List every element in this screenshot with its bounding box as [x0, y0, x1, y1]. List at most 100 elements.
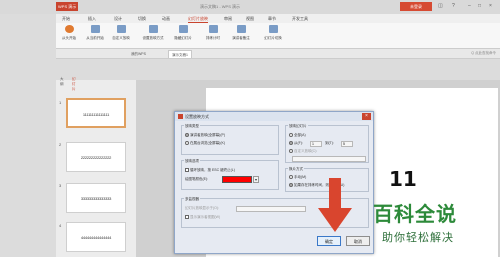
pen-color-dropdown[interactable]: ▾ — [253, 176, 259, 183]
maximize-icon[interactable]: □ — [478, 3, 481, 9]
brand-tagline: 助你轻松解决 — [382, 231, 454, 244]
slide-thumbnail-2[interactable]: 222222222222222 — [66, 142, 126, 172]
login-button[interactable]: 未登录 — [400, 2, 432, 11]
menu-design[interactable]: 设计 — [114, 16, 122, 22]
custom-show-button[interactable]: 自定义放映 — [108, 25, 134, 41]
start-from-current-button[interactable]: 从当前开始 — [82, 25, 108, 41]
dialog-close-icon[interactable]: × — [362, 113, 371, 120]
advance-title: 换片方式 — [288, 167, 304, 172]
presenter-view-checkbox[interactable]: 显示演示者视图(W) — [185, 215, 220, 220]
tab-my-wps[interactable]: 我的WPS — [128, 50, 149, 58]
tab-outline[interactable]: 大纲 — [60, 77, 64, 87]
ok-button[interactable]: 确定 — [317, 236, 341, 246]
from-slide-radio[interactable]: 从(F): — [289, 141, 303, 146]
slide-number: 3 — [59, 183, 62, 188]
radio-label: 自定义放映(C): — [294, 149, 318, 153]
command-search[interactable]: Q 点此查找命令 — [471, 51, 496, 56]
radio-icon — [289, 133, 293, 138]
checkbox-icon — [185, 215, 189, 220]
pointer-arrow — [318, 178, 352, 232]
setup-show-icon — [148, 25, 158, 33]
slide-transition-button[interactable]: 幻灯片切换 — [260, 25, 286, 41]
slide-thumbnail-text: 222222222222222 — [80, 155, 112, 160]
slide-number: 1 — [59, 100, 62, 105]
radio-label: 手动(M) — [294, 175, 307, 179]
radio-icon — [289, 175, 293, 180]
cancel-button[interactable]: 取消 — [346, 236, 370, 246]
tab-presentation-1[interactable]: 演示文稿1 — [168, 50, 192, 58]
slide-number: 4 — [59, 223, 62, 228]
slide-thumbnail-text: 444444444444444 — [80, 235, 112, 240]
custom-show-select[interactable] — [292, 156, 366, 162]
menu-view[interactable]: 视图 — [246, 16, 254, 22]
menu-slideshow[interactable]: 幻灯片放映 — [188, 16, 208, 23]
hide-slide-button[interactable]: 隐藏幻灯片 — [170, 25, 196, 41]
to-slide-input[interactable]: 5 — [341, 141, 353, 147]
document-tabs-bar: 我的WPS 演示文稿1 Q 点此查找命令 — [56, 49, 500, 59]
app-logo[interactable]: WPS 演示 — [56, 2, 78, 11]
close-icon[interactable]: × — [489, 3, 492, 9]
manual-advance-radio[interactable]: 手动(M) — [289, 175, 306, 180]
help-icon[interactable]: ? — [452, 3, 455, 9]
rehearse-icon — [208, 25, 218, 33]
rehearse-timings-button[interactable]: 排练计时 — [200, 25, 226, 41]
tab-slides[interactable]: 幻灯片 — [72, 77, 76, 92]
play-icon — [64, 25, 74, 33]
monitor-label: 幻灯片放映显示于(O): — [185, 206, 220, 210]
pen-color-swatch[interactable] — [222, 176, 252, 183]
from-slide-input[interactable]: 1 — [310, 141, 322, 147]
slides-panel: 大纲 幻灯片 1 111111111111111 2 2222222222222… — [56, 77, 136, 257]
multi-monitor-title: 多监视器 — [184, 197, 200, 202]
slide-thumbnail-4[interactable]: 444444444444444 — [66, 222, 126, 252]
to-label: 到(T): — [325, 141, 334, 145]
presenter-notes-button[interactable]: 演讲者备注 — [228, 25, 254, 41]
menu-animation[interactable]: 动画 — [162, 16, 170, 22]
dialog-app-icon — [178, 114, 183, 119]
radio-icon — [185, 141, 189, 146]
menu-review[interactable]: 审阅 — [224, 16, 232, 22]
radio-selected-icon — [289, 141, 293, 146]
menu-insert[interactable]: 插入 — [88, 16, 96, 22]
start-from-beginning-button[interactable]: 从头开始 — [56, 25, 82, 41]
show-slides-group: 放映幻灯片 全部(A) 从(F): 1 到(T): 5 自定义放映(C): — [285, 124, 369, 163]
setup-show-button[interactable]: 设置放映方式 — [140, 25, 166, 41]
show-options-title: 放映选项 — [184, 159, 200, 164]
skin-icon[interactable]: ◫ — [438, 3, 443, 9]
show-slides-title: 放映幻灯片 — [288, 124, 308, 129]
show-type-group: 放映类型 演讲者放映(全屏幕)(P) 在展台浏览(全屏幕)(K) — [181, 124, 279, 155]
slide-thumbnail-text: 111111111111111 — [82, 112, 110, 117]
kiosk-mode-radio[interactable]: 在展台浏览(全屏幕)(K) — [185, 141, 225, 146]
radio-label: 从(F): — [294, 141, 303, 145]
slide-number: 2 — [59, 142, 62, 147]
step-number: 11 — [389, 167, 417, 191]
custom-show-radio[interactable]: 自定义放映(C): — [289, 149, 317, 154]
hide-slide-icon — [178, 25, 188, 33]
custom-show-icon — [116, 25, 126, 33]
menu-home[interactable]: 开始 — [62, 16, 70, 22]
menu-section[interactable]: 章节 — [268, 16, 276, 22]
notes-icon — [236, 25, 246, 33]
checkbox-checked-icon — [185, 168, 189, 173]
slide-thumbnail-1[interactable]: 111111111111111 — [66, 98, 126, 128]
window-title: 演示文稿1 - WPS 演示 — [200, 4, 241, 9]
menu-developer[interactable]: 开发工具 — [292, 16, 308, 22]
menu-bar: 开始 插入 设计 切换 动画 幻灯片放映 审阅 视图 章节 开发工具 — [56, 14, 500, 23]
show-type-title: 放映类型 — [184, 124, 200, 129]
checkbox-label: 显示演示者视图(W) — [190, 215, 221, 219]
title-bar: WPS 演示 演示文稿1 - WPS 演示 未登录 ◫ ? – □ × — [0, 0, 500, 14]
radio-label: 演讲者放映(全屏幕)(P) — [190, 133, 225, 137]
slide-thumbnail-3[interactable]: 333333333333333 — [66, 183, 126, 213]
show-options-group: 放映选项 循环放映，按 ESC 键终止(L) 绘图笔颜色(E): ▾ — [181, 159, 279, 190]
checkbox-label: 循环放映，按 ESC 键终止(L) — [190, 168, 235, 172]
minimize-icon[interactable]: – — [468, 3, 471, 9]
presenter-mode-radio[interactable]: 演讲者放映(全屏幕)(P) — [185, 133, 225, 138]
radio-selected-icon — [289, 183, 293, 188]
all-slides-radio[interactable]: 全部(A) — [289, 133, 306, 138]
dialog-title-bar: 设置放映方式 × — [175, 112, 373, 121]
menu-transition[interactable]: 切换 — [138, 16, 146, 22]
loop-checkbox[interactable]: 循环放映，按 ESC 键终止(L) — [185, 168, 235, 173]
monitor-select[interactable] — [236, 206, 306, 212]
slide-thumbnail-text: 333333333333333 — [80, 196, 112, 201]
radio-selected-icon — [185, 133, 189, 138]
pen-color-label: 绘图笔颜色(E): — [185, 177, 209, 181]
